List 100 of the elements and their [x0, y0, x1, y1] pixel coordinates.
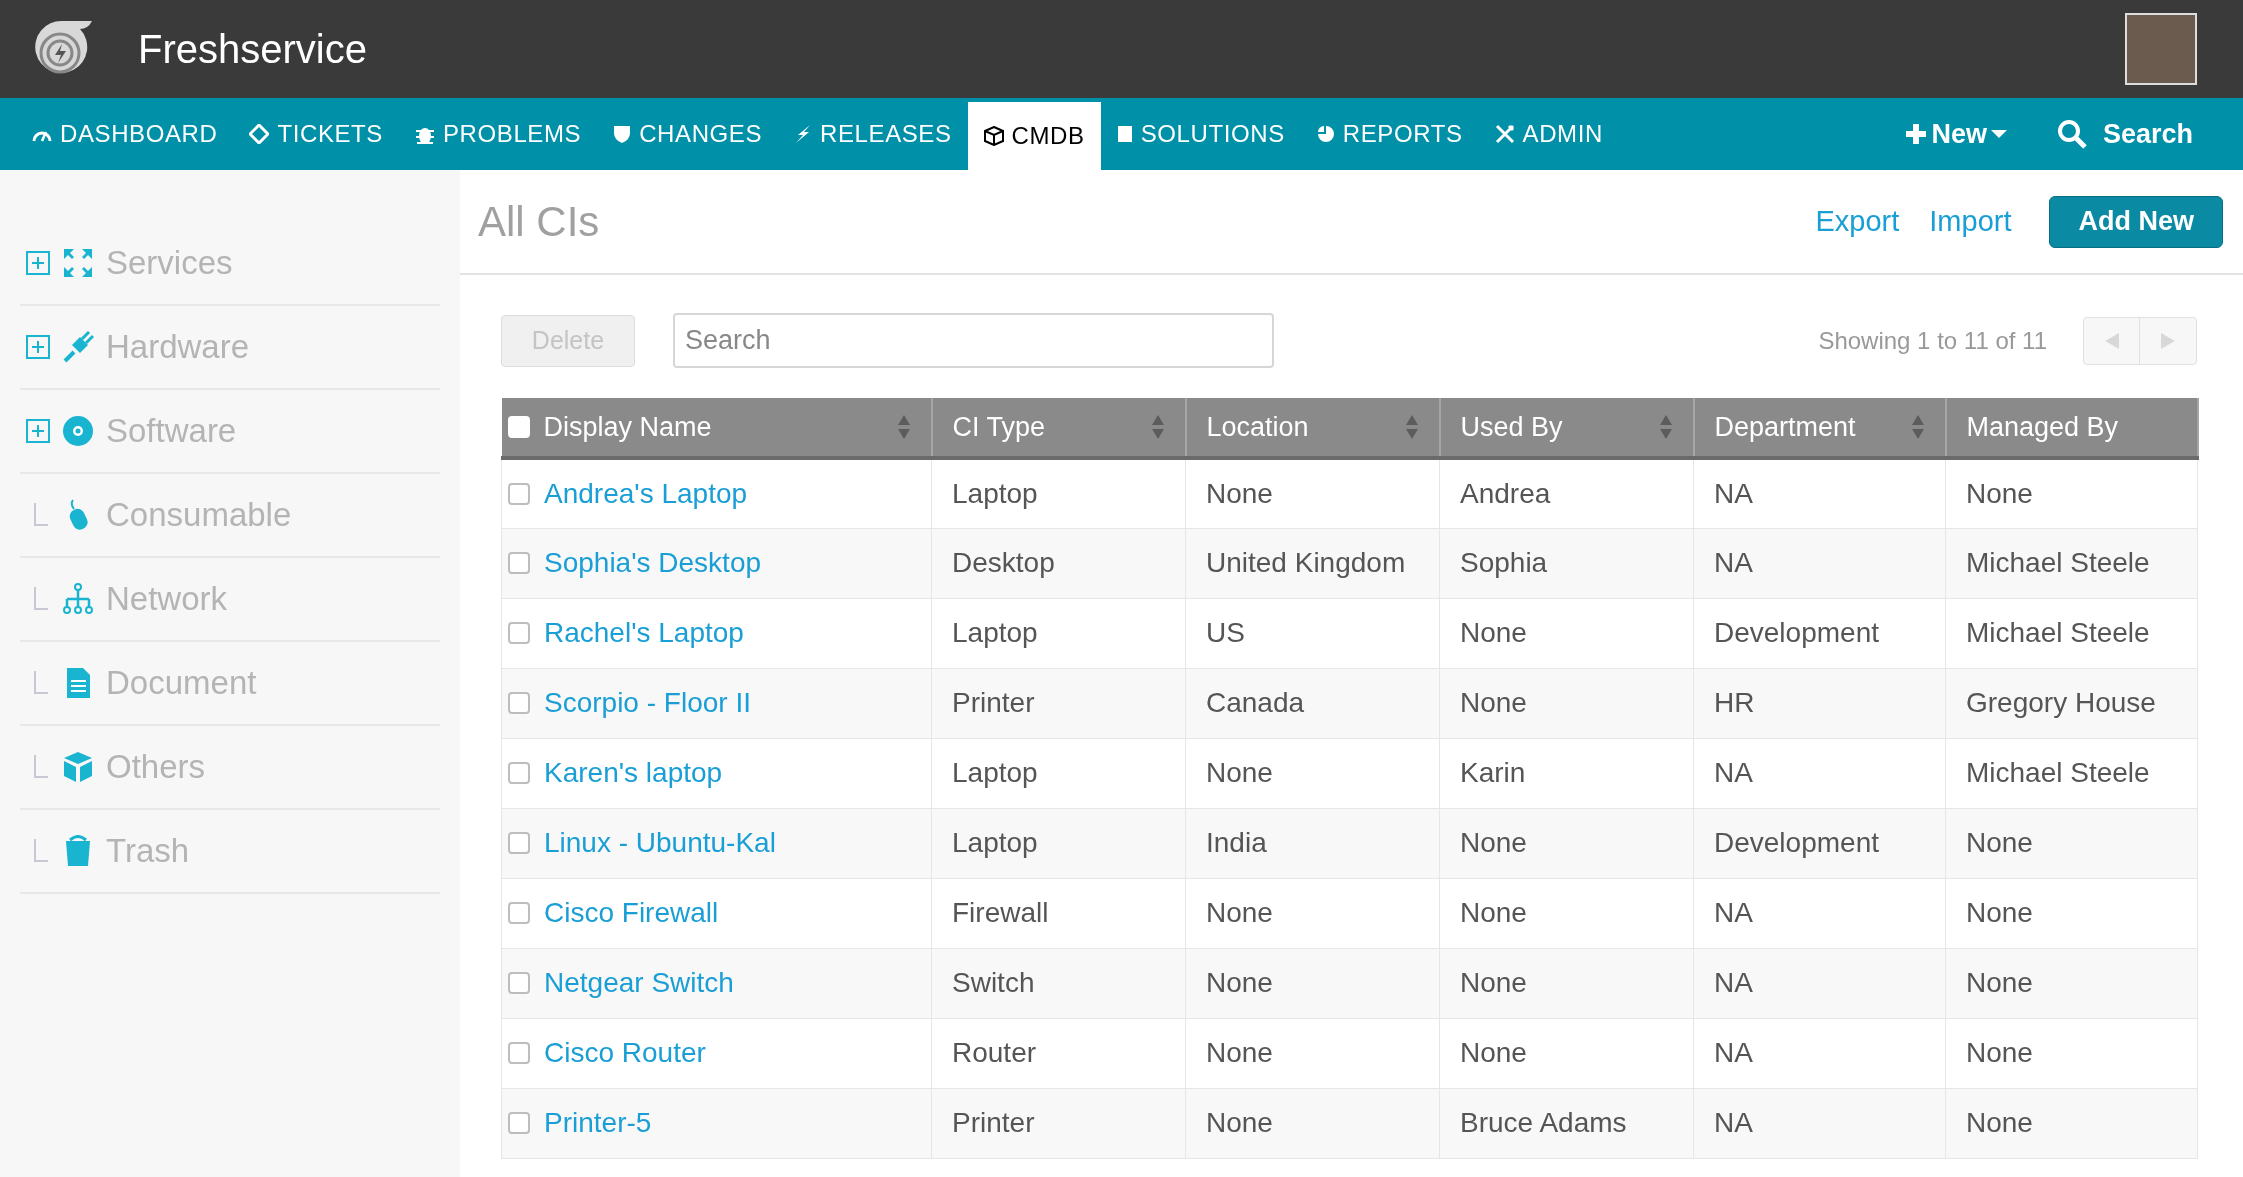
- table-cell-text: None: [1966, 1036, 2033, 1070]
- row-checkbox[interactable]: [508, 552, 530, 574]
- ci-name-link[interactable]: Printer-5: [544, 1102, 652, 1144]
- search-field[interactable]: Search: [673, 313, 1274, 368]
- table-cell-text: Michael Steele: [1966, 616, 2150, 650]
- ticket-icon: [249, 124, 270, 144]
- table-cell-text: Michael Steele: [1966, 546, 2150, 580]
- ci-name-link[interactable]: Sophia's Desktop: [544, 542, 762, 584]
- column-header: Location: [1206, 410, 1310, 444]
- table-cell-text: None: [1966, 1106, 2033, 1140]
- table-cell-text: Canada: [1206, 686, 1305, 720]
- expand-icon: [26, 251, 50, 275]
- ci-name-link[interactable]: Scorpio - Floor II: [544, 682, 751, 724]
- tree-line-icon: [34, 839, 50, 863]
- sidebar-item[interactable]: Hardware: [20, 306, 440, 390]
- nav-tab[interactable]: REPORTS: [1300, 98, 1479, 170]
- table-cell-text: NA: [1714, 756, 1753, 790]
- sidebar-item[interactable]: Consumable: [20, 474, 440, 558]
- table-cell-text: HR: [1714, 686, 1755, 720]
- table-cell-text: None: [1206, 1106, 1273, 1140]
- ci-name-link[interactable]: Rachel's Laptop: [544, 612, 744, 654]
- header-link[interactable]: Export: [1815, 199, 1900, 244]
- sidebar-item[interactable]: Software: [20, 390, 440, 474]
- sort-icon[interactable]: [1910, 414, 1925, 440]
- nav-tab[interactable]: RELEASES: [778, 98, 968, 170]
- column-header: Display Name: [543, 410, 713, 444]
- table-cell-text: None: [1206, 896, 1273, 930]
- column-header: Used By: [1460, 410, 1564, 444]
- ci-name-link[interactable]: Andrea's Laptop: [544, 472, 748, 515]
- ci-name-link[interactable]: Cisco Firewall: [544, 892, 719, 934]
- table-cell-text: None: [1206, 756, 1273, 790]
- nav-tab[interactable]: CMDB: [967, 102, 1101, 170]
- plug-icon: [62, 331, 94, 363]
- row-checkbox[interactable]: [508, 902, 530, 924]
- table-cell-text: Laptop: [952, 826, 1038, 860]
- ci-name-link[interactable]: Linux - Ubuntu-Kal: [544, 822, 776, 864]
- nav-tab[interactable]: CHANGES: [597, 98, 779, 170]
- sort-icon[interactable]: [1658, 414, 1673, 440]
- nav-tab[interactable]: DASHBOARD: [16, 98, 234, 170]
- nav-tab[interactable]: TICKETS: [233, 98, 399, 170]
- expand-icon: [26, 335, 50, 359]
- row-checkbox[interactable]: [508, 1042, 530, 1064]
- network-icon: [62, 583, 94, 615]
- table-cell-text: Laptop: [952, 476, 1038, 511]
- add-new-button[interactable]: Add New: [2049, 195, 2223, 248]
- table-cell-text: None: [1206, 1036, 1273, 1070]
- sidebar-item[interactable]: Others: [20, 726, 440, 810]
- table-cell-text: None: [1206, 966, 1273, 1000]
- table-cell-text: Laptop: [952, 756, 1038, 790]
- paging-text: Showing 1 to 11 of 11: [1818, 325, 2047, 356]
- ci-name-link[interactable]: Cisco Router: [544, 1032, 706, 1074]
- table-cell-text: None: [1966, 896, 2033, 930]
- table-cell-text: Sophia: [1460, 546, 1548, 580]
- ci-name-link[interactable]: Netgear Switch: [544, 962, 734, 1004]
- table-cell-text: None: [1966, 826, 2033, 860]
- sort-icon[interactable]: [1404, 414, 1419, 440]
- table-cell-text: NA: [1714, 1106, 1753, 1140]
- table-cell-text: Bruce Adams: [1460, 1106, 1627, 1140]
- table-cell-text: Karin: [1460, 756, 1526, 790]
- row-checkbox[interactable]: [508, 692, 530, 714]
- new-button[interactable]: New: [1905, 98, 2007, 170]
- table-cell-text: None: [1460, 826, 1527, 860]
- row-checkbox[interactable]: [508, 622, 530, 644]
- lightning-icon: [794, 124, 813, 144]
- sidebar-item[interactable]: Services: [20, 222, 440, 306]
- column-header: Department: [1714, 410, 1857, 444]
- box-icon: [62, 751, 94, 783]
- search-button[interactable]: Search: [2056, 98, 2193, 170]
- avatar-photo-placeholder[interactable]: [2125, 13, 2197, 85]
- table-cell-text: NA: [1714, 966, 1753, 1000]
- table-cell-text: India: [1206, 826, 1267, 860]
- table-cell-text: None: [1460, 686, 1527, 720]
- select-all-checkbox[interactable]: [507, 416, 530, 438]
- table-cell-text: US: [1206, 616, 1245, 650]
- table-cell-text: NA: [1714, 1036, 1753, 1070]
- shield-icon: [613, 124, 632, 144]
- table-cell-text: United Kingdom: [1206, 546, 1406, 580]
- table-cell-text: NA: [1714, 546, 1753, 580]
- sidebar-item[interactable]: Trash: [20, 810, 440, 894]
- caret-icon: [1990, 129, 2007, 139]
- table-cell-text: Gregory House: [1966, 686, 2156, 720]
- header-link[interactable]: Import: [1929, 199, 2012, 244]
- sort-icon[interactable]: [1150, 414, 1165, 440]
- row-checkbox[interactable]: [508, 1112, 530, 1134]
- sort-icon[interactable]: [896, 414, 911, 440]
- tree-line-icon: [34, 755, 50, 779]
- row-checkbox[interactable]: [508, 832, 530, 854]
- sidebar-item[interactable]: Document: [20, 642, 440, 726]
- table-cell-text: Laptop: [952, 616, 1038, 650]
- nav-tab[interactable]: ADMIN: [1478, 98, 1619, 170]
- nav-tab[interactable]: PROBLEMS: [399, 98, 598, 170]
- table-cell-text: Development: [1714, 826, 1879, 860]
- row-checkbox[interactable]: [508, 972, 530, 994]
- ci-name-link[interactable]: Karen's laptop: [544, 752, 723, 794]
- table-cell-text: Andrea: [1460, 476, 1551, 511]
- nav-tab[interactable]: SOLUTIONS: [1100, 98, 1301, 170]
- row-checkbox[interactable]: [508, 762, 530, 784]
- app-name: Freshservice: [138, 26, 367, 73]
- row-checkbox[interactable]: [508, 482, 530, 505]
- sidebar-item[interactable]: Network: [20, 558, 440, 642]
